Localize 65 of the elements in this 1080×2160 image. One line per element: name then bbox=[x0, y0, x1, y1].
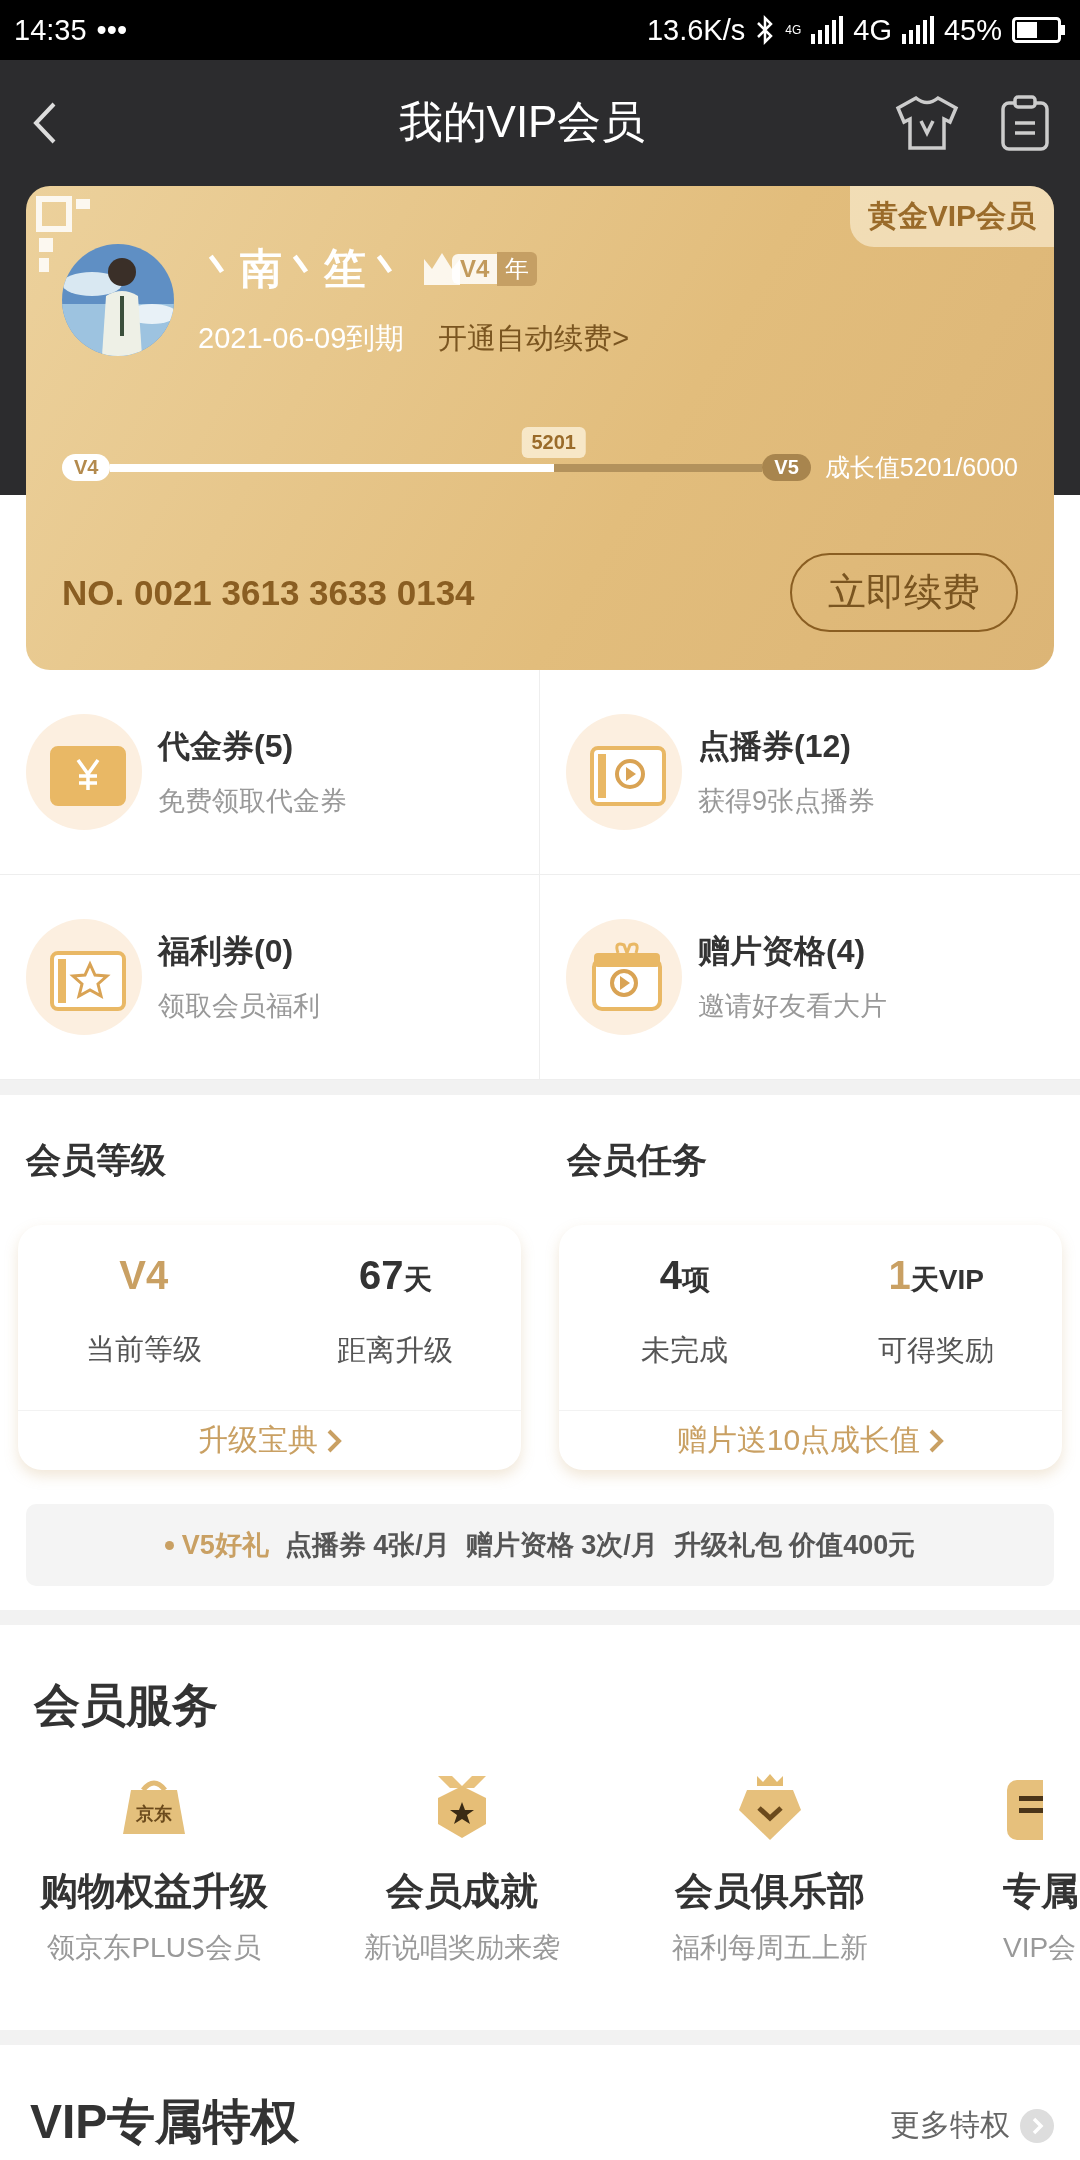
section-title: 会员任务 bbox=[566, 1138, 708, 1181]
stat-value: 67天 bbox=[359, 1253, 432, 1299]
reward-item: 点播券 4张/月 bbox=[284, 1529, 450, 1562]
service-item[interactable]: 京东 购物权益升级 领京东PLUS会员 bbox=[0, 1760, 308, 1967]
battery-icon bbox=[1012, 17, 1066, 43]
stat-label: 当前等级 bbox=[85, 1332, 202, 1367]
network-type: 4G bbox=[853, 13, 892, 47]
year-tag: 年 bbox=[497, 252, 538, 286]
status-time: 14:35 bbox=[14, 13, 87, 47]
renew-button[interactable]: 立即续费 bbox=[790, 553, 1018, 632]
section-title: 会员服务 bbox=[32, 1678, 219, 1733]
battery-percent: 45% bbox=[943, 13, 1002, 47]
chevron-icon bbox=[928, 1427, 945, 1454]
auto-renew-link[interactable]: 开通自动续费> bbox=[438, 319, 630, 359]
coupon-item[interactable]: 福利券(0) 领取会员福利 bbox=[0, 875, 540, 1080]
chevron-icon bbox=[1020, 2108, 1054, 2143]
bullet-icon bbox=[164, 1540, 174, 1550]
stat-value: 4项 bbox=[659, 1253, 710, 1299]
next-level: V5 bbox=[762, 454, 811, 481]
stat-label: 距离升级 bbox=[337, 1333, 454, 1368]
section-title: 会员等级 bbox=[25, 1138, 167, 1181]
username: 丶南丶笙丶 bbox=[198, 244, 408, 294]
t-shirt-icon[interactable] bbox=[894, 94, 960, 151]
section-title: VIP专属特权 bbox=[30, 2094, 300, 2150]
service-item[interactable]: 专属 VIP会 bbox=[1003, 1760, 1080, 1967]
coupon-title: 代金券(5) bbox=[158, 727, 295, 766]
chevron-icon bbox=[325, 1427, 342, 1454]
growth-marker: 5201 bbox=[521, 426, 586, 458]
star-ticket-icon bbox=[26, 919, 142, 1035]
growth-value: 成长值5201/6000 bbox=[824, 452, 1018, 483]
coupon-subtitle: 获得9张点播券 bbox=[698, 785, 876, 818]
signal-icon bbox=[811, 16, 844, 44]
signal-icon bbox=[901, 16, 934, 44]
stat-value: V4 bbox=[119, 1253, 169, 1298]
service-item[interactable]: 会员成就 新说唱奖励来袭 bbox=[308, 1760, 616, 1967]
reward-title: V5好礼 bbox=[181, 1529, 269, 1562]
coupon-title: 赠片资格(4) bbox=[698, 932, 867, 971]
page-title: 我的VIP会员 bbox=[397, 96, 647, 148]
start-level: V4 bbox=[62, 454, 111, 481]
expiry-date: 2021-06-09到期 bbox=[198, 321, 405, 356]
membership-badge: 黄金VIP会员 bbox=[849, 186, 1054, 247]
reward-item: 升级礼包 价值400元 bbox=[673, 1529, 916, 1562]
coupon-title: 福利券(0) bbox=[158, 932, 295, 971]
coupon-item[interactable]: 赠片资格(4) 邀请好友看大片 bbox=[540, 875, 1080, 1080]
stat-label: 可得奖励 bbox=[878, 1333, 995, 1368]
coupon-subtitle: 领取会员福利 bbox=[158, 990, 320, 1023]
yuan-ticket-icon bbox=[26, 714, 142, 830]
more-privileges-link[interactable]: 更多特权 bbox=[890, 2105, 1054, 2146]
coupon-title: 点播券(12) bbox=[698, 727, 852, 766]
service-item[interactable]: 会员俱乐部 福利每周五上新 bbox=[616, 1760, 924, 1967]
coupon-item[interactable]: 点播券(12) 获得9张点播券 bbox=[540, 670, 1080, 875]
coupon-subtitle: 免费领取代金券 bbox=[158, 785, 347, 818]
play-ticket-icon bbox=[566, 714, 682, 830]
coupon-item[interactable]: 代金券(5) 免费领取代金券 bbox=[0, 670, 540, 875]
network-speed: 13.6K/s bbox=[646, 13, 746, 47]
notification-dots: ••• bbox=[96, 13, 128, 47]
gift-box-icon bbox=[566, 919, 682, 1035]
network-type: 4G bbox=[785, 24, 802, 36]
card-number: NO. 0021 3613 3633 0134 bbox=[62, 572, 475, 613]
clipboard-icon[interactable] bbox=[1000, 94, 1050, 151]
reward-item: 赠片资格 3次/月 bbox=[465, 1529, 658, 1562]
stat-label: 未完成 bbox=[641, 1333, 729, 1368]
level-tag: V4 bbox=[452, 254, 498, 284]
stat-value: 1天VIP bbox=[888, 1253, 984, 1299]
coupon-subtitle: 邀请好友看大片 bbox=[698, 990, 887, 1023]
